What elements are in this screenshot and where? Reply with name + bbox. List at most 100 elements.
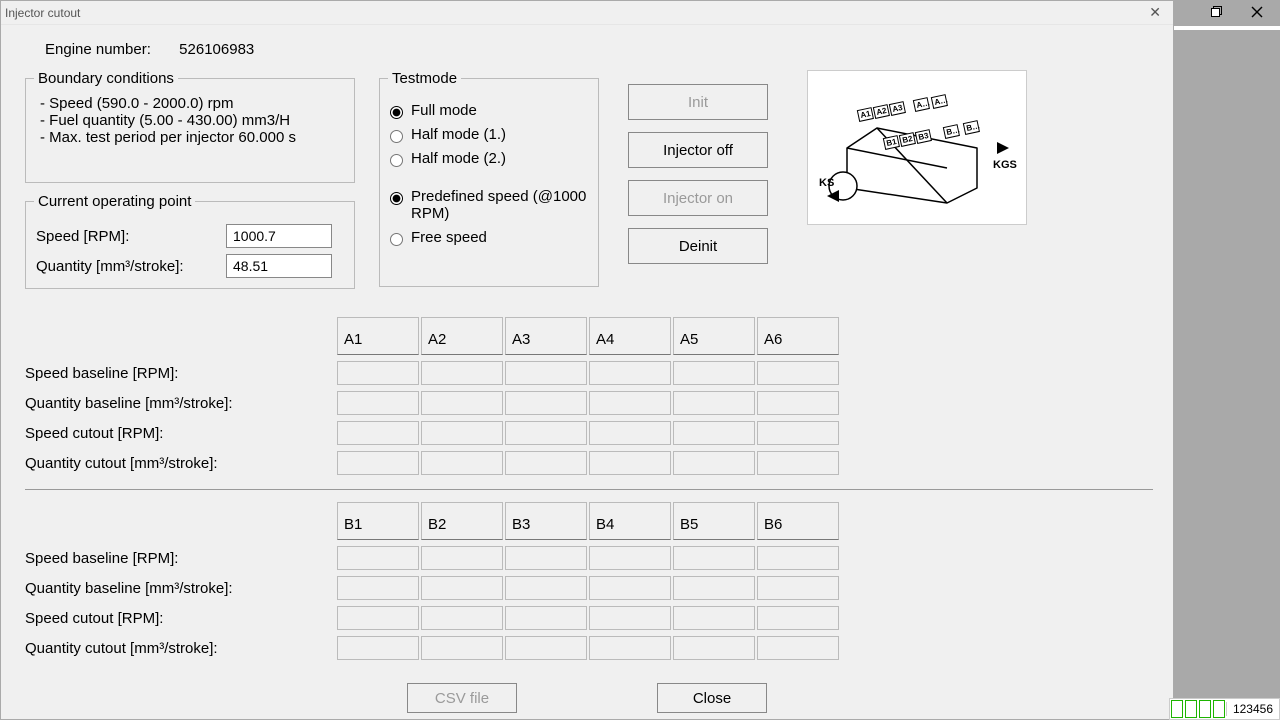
- injector-column-header[interactable]: B5: [673, 502, 755, 540]
- grid-row-label: Quantity cutout [mm³/stroke]:: [25, 640, 335, 657]
- injector-column-header[interactable]: A2: [421, 317, 503, 355]
- boundary-item: Speed (590.0 - 2000.0) rpm: [40, 95, 344, 112]
- grid-row-label: Speed baseline [RPM]:: [25, 365, 335, 382]
- current-operating-point-group: Current operating point Speed [RPM]: Qua…: [25, 193, 355, 289]
- grid-cell: [757, 451, 839, 475]
- grid-row-label: Quantity baseline [mm³/stroke]:: [25, 580, 335, 597]
- window-title: Injector cutout: [5, 6, 80, 20]
- testmode-predef-option[interactable]: Predefined speed (@1000 RPM): [390, 188, 588, 222]
- grid-cell: [673, 391, 755, 415]
- grid-cell: [505, 546, 587, 570]
- csv-file-button[interactable]: CSV file: [407, 683, 517, 713]
- grid-cell: [589, 636, 671, 660]
- restore-icon[interactable]: [1208, 3, 1226, 21]
- grid-cell: [337, 451, 419, 475]
- close-icon[interactable]: ✕: [1143, 4, 1167, 21]
- grid-cell: [505, 421, 587, 445]
- grid-cell: [589, 421, 671, 445]
- grid-cell: [589, 391, 671, 415]
- deinit-button[interactable]: Deinit: [628, 228, 768, 264]
- injector-off-button[interactable]: Injector off: [628, 132, 768, 168]
- grid-cell: [337, 606, 419, 630]
- grid-row-label: Quantity baseline [mm³/stroke]:: [25, 395, 335, 412]
- testmode-full-label: Full mode: [411, 102, 477, 119]
- testmode-half2-option[interactable]: Half mode (2.): [390, 150, 588, 167]
- current-operating-point-legend: Current operating point: [34, 193, 195, 210]
- grid-cell: [589, 606, 671, 630]
- grid-cell: [505, 576, 587, 600]
- status-led: [1171, 700, 1183, 718]
- testmode-half2-radio[interactable]: [390, 154, 403, 167]
- grid-cell: [337, 636, 419, 660]
- grid-cell: [673, 576, 755, 600]
- injector-column-header[interactable]: A6: [757, 317, 839, 355]
- grid-cell: [757, 576, 839, 600]
- close-icon[interactable]: [1248, 3, 1266, 21]
- injector-column-header[interactable]: A3: [505, 317, 587, 355]
- svg-text:KS: KS: [819, 177, 834, 189]
- grid-cell: [757, 421, 839, 445]
- grid-cell: [757, 391, 839, 415]
- testmode-legend: Testmode: [388, 70, 461, 87]
- grid-cell: [589, 576, 671, 600]
- grid-cell: [505, 636, 587, 660]
- status-led: [1213, 700, 1225, 718]
- grid-cell: [505, 451, 587, 475]
- injector-grid-a: A1A2A3A4A5A6 Speed baseline [RPM]: Quantit…: [25, 317, 1153, 475]
- grid-cell: [673, 361, 755, 385]
- testmode-group: Testmode Full mode Half mode (1.) Half m…: [379, 70, 599, 287]
- injector-column-header[interactable]: A1: [337, 317, 419, 355]
- testmode-free-radio[interactable]: [390, 233, 403, 246]
- boundary-item: Max. test period per injector 60.000 s: [40, 129, 344, 146]
- grid-row-label: Speed cutout [RPM]:: [25, 425, 335, 442]
- grid-cell: [421, 361, 503, 385]
- injector-cutout-dialog: Injector cutout ✕ Engine number: 5261069…: [0, 0, 1174, 720]
- injector-column-header[interactable]: B2: [421, 502, 503, 540]
- init-button[interactable]: Init: [628, 84, 768, 120]
- speed-input[interactable]: [226, 224, 332, 248]
- testmode-half1-option[interactable]: Half mode (1.): [390, 126, 588, 143]
- injector-column-header[interactable]: B3: [505, 502, 587, 540]
- grid-cell: [589, 361, 671, 385]
- grid-cell: [757, 636, 839, 660]
- grid-cell: [421, 421, 503, 445]
- grid-cell: [421, 546, 503, 570]
- injector-column-header[interactable]: B4: [589, 502, 671, 540]
- injector-on-button[interactable]: Injector on: [628, 180, 768, 216]
- grid-row-label: Quantity cutout [mm³/stroke]:: [25, 455, 335, 472]
- close-button[interactable]: Close: [657, 683, 767, 713]
- status-led: [1185, 700, 1197, 718]
- testmode-free-option[interactable]: Free speed: [390, 229, 588, 246]
- grid-cell: [757, 546, 839, 570]
- injector-grid-b: B1B2B3B4B5B6 Speed baseline [RPM]: Quantit…: [25, 502, 1153, 660]
- grid-cell: [421, 636, 503, 660]
- injector-column-header[interactable]: B6: [757, 502, 839, 540]
- boundary-conditions-group: Boundary conditions Speed (590.0 - 2000.…: [25, 70, 355, 183]
- grid-cell: [421, 391, 503, 415]
- boundary-item: Fuel quantity (5.00 - 430.00) mm3/H: [40, 112, 344, 129]
- grid-cell: [757, 361, 839, 385]
- testmode-full-option[interactable]: Full mode: [390, 102, 588, 119]
- grid-cell: [421, 451, 503, 475]
- testmode-predef-radio[interactable]: [390, 192, 403, 205]
- testmode-half1-radio[interactable]: [390, 130, 403, 143]
- quantity-input[interactable]: [226, 254, 332, 278]
- status-bar: 123456: [1169, 698, 1280, 720]
- grid-cell: [505, 391, 587, 415]
- injector-column-header[interactable]: A4: [589, 317, 671, 355]
- injector-column-header[interactable]: A5: [673, 317, 755, 355]
- engine-number: Engine number: 526106983: [45, 41, 1153, 58]
- status-number: 123456: [1226, 702, 1279, 716]
- engine-diagram: A1 A2 A3 A… A… B1 B2 B3 B… B…: [807, 70, 1027, 225]
- engine-number-label: Engine number:: [45, 41, 175, 58]
- grid-cell: [337, 576, 419, 600]
- testmode-half2-label: Half mode (2.): [411, 150, 506, 167]
- titlebar: Injector cutout ✕: [1, 1, 1173, 25]
- grid-cell: [673, 636, 755, 660]
- speed-label: Speed [RPM]:: [36, 228, 226, 245]
- boundary-conditions-legend: Boundary conditions: [34, 70, 178, 87]
- grid-row-label: Speed baseline [RPM]:: [25, 550, 335, 567]
- injector-column-header[interactable]: B1: [337, 502, 419, 540]
- testmode-full-radio[interactable]: [390, 106, 403, 119]
- grid-cell: [337, 361, 419, 385]
